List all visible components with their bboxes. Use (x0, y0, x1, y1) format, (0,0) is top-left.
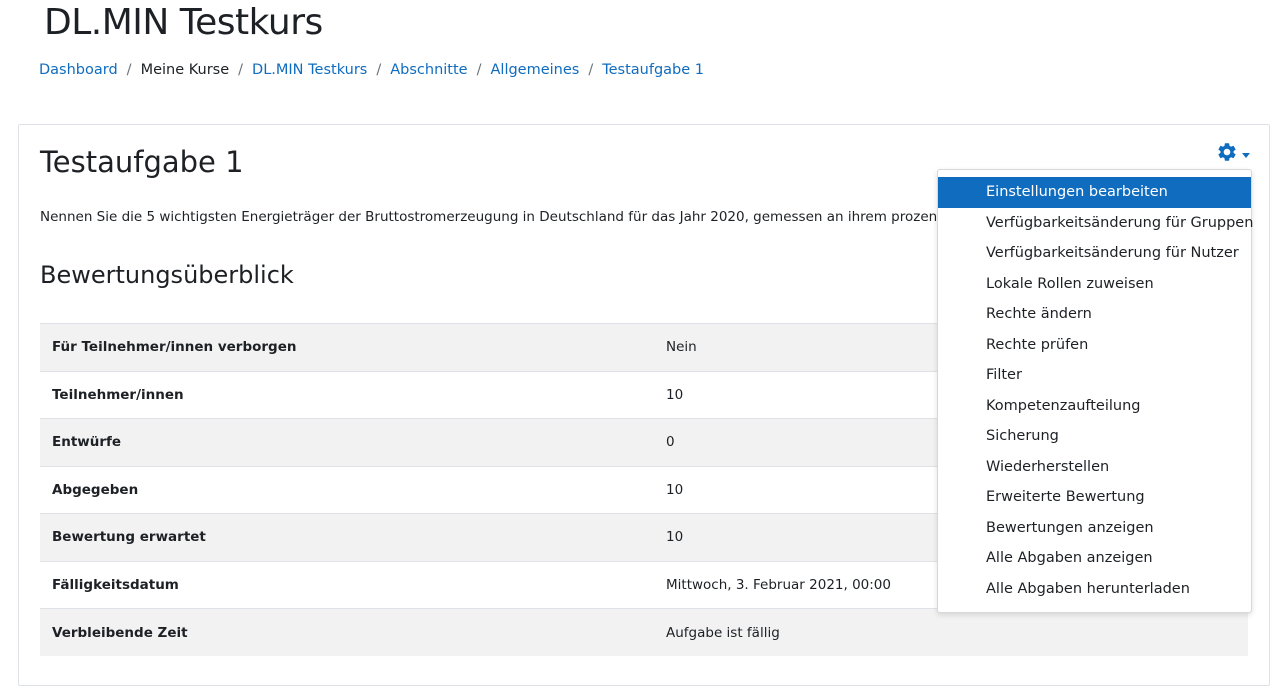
menu-item-rechte-pruefen[interactable]: Rechte prüfen (938, 330, 1251, 361)
menu-item-alle-abgaben-anzeigen[interactable]: Alle Abgaben anzeigen (938, 543, 1251, 574)
row-label: Teilnehmer/innen (52, 386, 184, 403)
row-value: Aufgabe ist fällig (666, 624, 780, 641)
gear-icon (1216, 141, 1238, 167)
menu-item-wiederherstellen[interactable]: Wiederherstellen (938, 452, 1251, 483)
breadcrumb-item-meine-kurse: Meine Kurse (140, 62, 230, 78)
row-label: Bewertung erwartet (52, 529, 206, 546)
menu-item-filter[interactable]: Filter (938, 360, 1251, 391)
menu-item-erweiterte-bewertung[interactable]: Erweiterte Bewertung (938, 482, 1251, 513)
breadcrumb-separator: / (376, 62, 382, 78)
row-label: Verbleibende Zeit (52, 624, 188, 641)
row-label: Abgegeben (52, 481, 139, 498)
row-label: Für Teilnehmer/innen verborgen (52, 339, 297, 356)
breadcrumb-item-testaufgabe[interactable]: Testaufgabe 1 (602, 62, 704, 78)
breadcrumb-item-course[interactable]: DL.MIN Testkurs (252, 62, 367, 78)
menu-item-verfuegbarkeit-gruppen[interactable]: Verfügbarkeitsänderung für Gruppen (938, 208, 1253, 239)
breadcrumb: Dashboard / Meine Kurse / DL.MIN Testkur… (39, 62, 704, 78)
menu-item-bewertungen-anzeigen[interactable]: Bewertungen anzeigen (938, 513, 1251, 544)
breadcrumb-separator: / (238, 62, 244, 78)
menu-item-sicherung[interactable]: Sicherung (938, 421, 1251, 452)
activity-intro: Nennen Sie die 5 wichtigsten Energieträg… (40, 209, 994, 225)
course-title: DL.MIN Testkurs (44, 2, 323, 43)
menu-item-kompetenzaufteilung[interactable]: Kompetenzaufteilung (938, 391, 1251, 422)
breadcrumb-item-abschnitte[interactable]: Abschnitte (390, 62, 467, 78)
row-label: Entwürfe (52, 434, 122, 451)
summary-heading: Bewertungsüberblick (40, 261, 294, 289)
row-label: Fälligkeitsdatum (52, 576, 179, 593)
menu-item-rechte-aendern[interactable]: Rechte ändern (938, 299, 1251, 330)
menu-item-verfuegbarkeit-nutzer[interactable]: Verfügbarkeitsänderung für Nutzer (938, 238, 1251, 269)
menu-item-einstellungen-bearbeiten[interactable]: Einstellungen bearbeiten (938, 177, 1251, 208)
breadcrumb-separator: / (126, 62, 132, 78)
breadcrumb-item-dashboard[interactable]: Dashboard (39, 62, 118, 78)
chevron-down-icon (1242, 152, 1250, 158)
menu-item-alle-abgaben-herunterladen[interactable]: Alle Abgaben herunterladen (938, 574, 1251, 605)
table-row: Verbleibende Zeit Aufgabe ist fällig (40, 608, 1248, 656)
actions-dropdown-menu: Einstellungen bearbeiten Verfügbarkeitsä… (937, 169, 1253, 613)
breadcrumb-separator: / (476, 62, 482, 78)
menu-item-lokale-rollen[interactable]: Lokale Rollen zuweisen (938, 269, 1251, 300)
activity-title: Testaufgabe 1 (40, 145, 244, 179)
breadcrumb-separator: / (588, 62, 594, 78)
actions-menu-toggle[interactable] (1216, 141, 1250, 167)
breadcrumb-item-allgemeines[interactable]: Allgemeines (491, 62, 580, 78)
